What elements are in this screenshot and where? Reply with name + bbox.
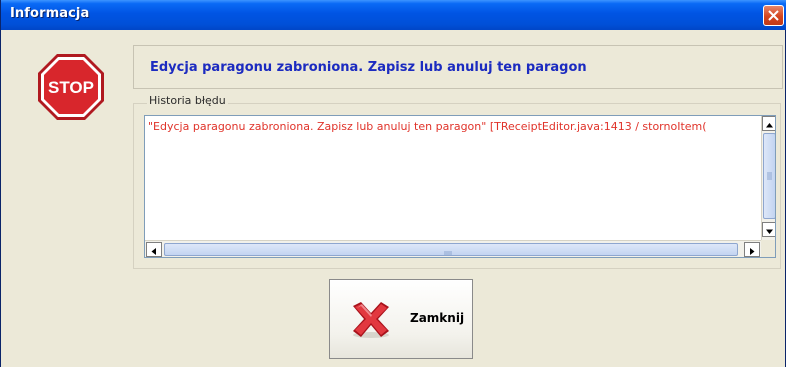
history-textarea[interactable]: "Edycja paragonu zabroniona. Zapisz lub … — [144, 115, 776, 258]
stop-sign-icon: STOP — [38, 54, 104, 120]
stop-sign-text: STOP — [48, 78, 94, 97]
vertical-scroll-thumb[interactable] — [763, 133, 775, 219]
title-bar[interactable]: Informacja — [1, 0, 786, 30]
window-close-button[interactable] — [763, 5, 784, 26]
close-button-label: Zamknij — [410, 311, 465, 325]
arrow-left-icon — [151, 248, 156, 255]
error-message: Edycja paragonu zabroniona. Zapisz lub a… — [150, 60, 587, 75]
history-legend: Historia błędu — [147, 94, 228, 107]
scroll-right-button[interactable] — [744, 242, 760, 257]
horizontal-scrollbar[interactable] — [145, 240, 762, 257]
scroll-up-button[interactable] — [762, 116, 775, 131]
scroll-down-button[interactable] — [762, 222, 775, 237]
dialog-window: Informacja STOP Edycja paragonu zabronio… — [0, 0, 786, 367]
history-content: "Edycja paragonu zabroniona. Zapisz lub … — [145, 116, 762, 239]
history-entry: "Edycja paragonu zabroniona. Zapisz lub … — [148, 120, 707, 133]
grip-lines-icon — [767, 172, 772, 180]
scroll-left-button[interactable] — [146, 242, 162, 257]
close-icon — [768, 10, 779, 21]
vertical-scrollbar[interactable] — [761, 116, 775, 240]
close-button[interactable]: Zamknij — [329, 279, 473, 359]
window-title: Informacja — [10, 6, 90, 21]
grip-lines-icon — [444, 251, 452, 256]
arrow-down-icon — [766, 229, 773, 234]
arrow-up-icon — [766, 123, 773, 128]
scroll-corner — [761, 240, 775, 257]
arrow-right-icon — [750, 248, 755, 255]
message-panel: Edycja paragonu zabroniona. Zapisz lub a… — [133, 45, 783, 89]
red-x-icon — [353, 302, 389, 338]
horizontal-scroll-thumb[interactable] — [164, 243, 738, 256]
